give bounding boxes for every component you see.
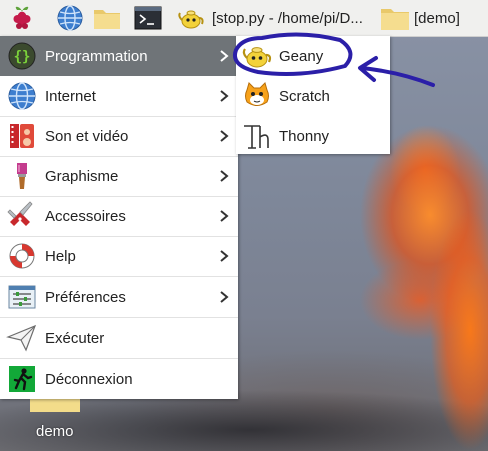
chevron-right-icon: [220, 50, 229, 62]
chevron-right-icon: [220, 210, 229, 222]
preferences-icon: [8, 285, 36, 309]
raspberry-menu-icon[interactable]: [8, 4, 36, 32]
desktop-folder-icon[interactable]: [30, 398, 80, 412]
submenu-item-geany[interactable]: Geany: [236, 36, 390, 76]
scratch-cat-icon: [245, 82, 269, 106]
menu-item-accessoires[interactable]: Accessoires: [0, 196, 238, 236]
taskbar-window-stop-py[interactable]: [stop.py - /home/pi/D...: [178, 0, 363, 36]
menu-item-internet[interactable]: Internet: [0, 76, 238, 116]
submenu-item-thonny[interactable]: Thonny: [236, 116, 390, 156]
paintbrush-icon: [17, 163, 27, 189]
geany-teapot-icon: [178, 10, 204, 29]
terminal-icon[interactable]: [134, 4, 162, 32]
menu-item-son-et-video[interactable]: Son et vidéo: [0, 116, 238, 156]
chevron-right-icon: [220, 170, 229, 182]
browser-globe-icon[interactable]: [56, 4, 84, 32]
submenu-item-scratch[interactable]: Scratch: [236, 76, 390, 116]
menu-item-preferences[interactable]: Préférences: [0, 277, 238, 317]
menu-item-programmation[interactable]: {} Programmation: [0, 36, 238, 76]
folder-icon: [381, 9, 409, 30]
globe-icon: [8, 82, 36, 110]
taskbar-window-label: [demo]: [414, 9, 460, 27]
menu-item-label: Déconnexion: [45, 370, 133, 388]
menu-item-label: Accessoires: [45, 207, 126, 225]
submenu-item-label: Thonny: [279, 127, 330, 145]
pocket-knife-icon: [7, 201, 33, 226]
menu-item-executer[interactable]: Exécuter: [0, 318, 238, 358]
menu-item-label: Internet: [45, 87, 96, 105]
lifebuoy-icon: [9, 243, 35, 269]
taskbar-window-label: [stop.py - /home/pi/D...: [212, 9, 363, 27]
menu-item-graphisme[interactable]: Graphisme: [0, 156, 238, 196]
menu-item-label: Son et vidéo: [45, 127, 129, 145]
taskbar: [stop.py - /home/pi/D... [demo]: [0, 0, 488, 37]
programmation-submenu: Geany Scratch Thonny: [236, 36, 390, 154]
menu-item-label: Graphisme: [45, 167, 119, 185]
chevron-right-icon: [220, 90, 229, 102]
application-menu: {} Programmation Internet Son et vidéo G…: [0, 36, 238, 399]
code-braces-icon: {}: [8, 42, 36, 70]
menu-item-label: Préférences: [45, 288, 126, 306]
taskbar-window-demo[interactable]: [demo]: [380, 0, 460, 36]
menu-item-label: Programmation: [45, 47, 148, 65]
file-manager-folder-icon[interactable]: [93, 4, 121, 32]
chevron-right-icon: [220, 250, 229, 262]
menu-item-label: Exécuter: [45, 329, 105, 347]
paper-plane-icon: [6, 324, 37, 352]
desktop-folder-label[interactable]: demo: [36, 423, 74, 440]
chevron-right-icon: [220, 130, 229, 142]
thonny-icon: [244, 125, 269, 149]
submenu-item-label: Scratch: [279, 87, 330, 105]
chevron-right-icon: [220, 291, 229, 303]
submenu-item-label: Geany: [279, 47, 324, 65]
menu-item-deconnexion[interactable]: Déconnexion: [0, 359, 238, 399]
exit-icon: [9, 366, 35, 392]
geany-teapot-icon: [242, 47, 272, 68]
menu-item-label: Help: [45, 247, 76, 265]
menu-item-help[interactable]: Help: [0, 236, 238, 276]
svg-text:{}: {}: [14, 49, 31, 65]
film-speaker-icon: [10, 124, 34, 148]
